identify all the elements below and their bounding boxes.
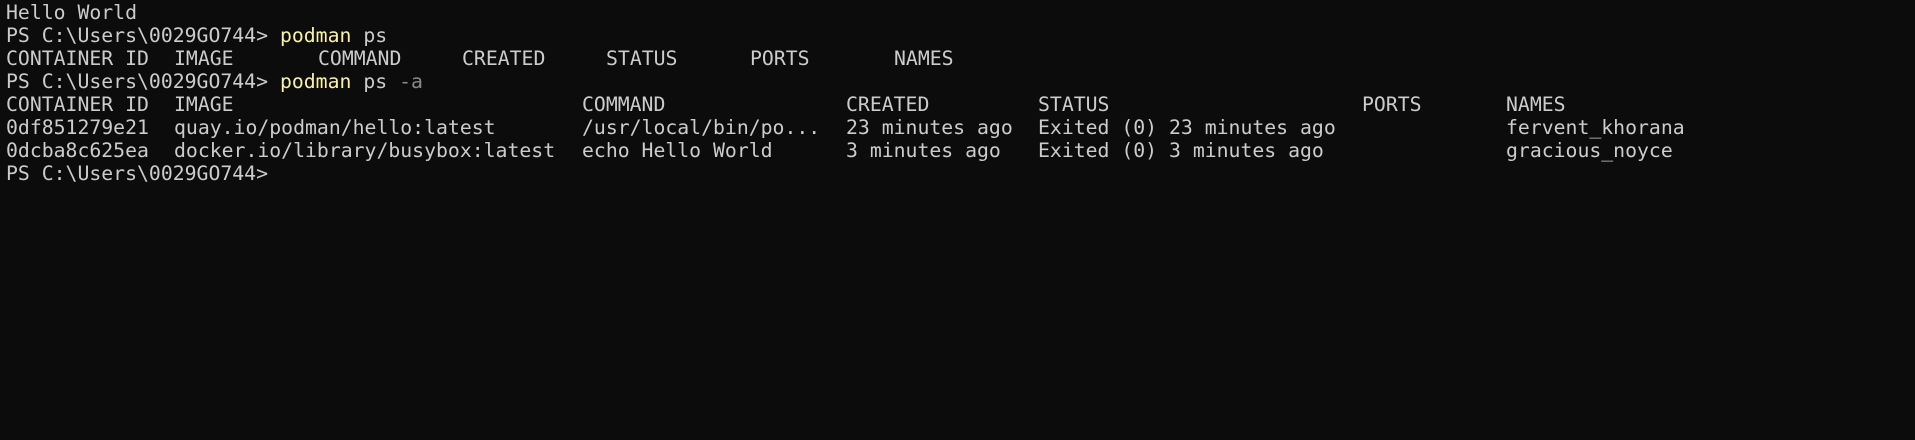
header-container-id: CONTAINER ID xyxy=(6,47,149,70)
table-row: 0df851279e21 quay.io/podman/hello:latest… xyxy=(6,116,1915,139)
container-image: quay.io/podman/hello:latest xyxy=(174,116,496,139)
header-names: NAMES xyxy=(894,47,954,70)
prompt-line: PS C:\Users\0029GO744> podman ps xyxy=(6,24,1915,47)
header-command: COMMAND xyxy=(318,47,402,70)
container-id: 0df851279e21 xyxy=(6,116,149,139)
container-status: Exited (0) 3 minutes ago xyxy=(1038,139,1324,162)
container-command: echo Hello World xyxy=(582,139,773,162)
header-created: CREATED xyxy=(462,47,546,70)
prompt-line[interactable]: PS C:\Users\0029GO744> xyxy=(6,162,1915,185)
header-command: COMMAND xyxy=(582,93,666,116)
command-args: ps xyxy=(363,70,388,93)
container-names: gracious_noyce xyxy=(1506,139,1673,162)
table-header: CONTAINER ID IMAGE COMMAND CREATED STATU… xyxy=(6,47,1915,70)
container-id: 0dcba8c625ea xyxy=(6,139,149,162)
command-args: ps xyxy=(363,24,388,47)
header-image: IMAGE xyxy=(174,93,234,116)
prompt: PS C:\Users\0029GO744> xyxy=(6,70,269,93)
header-image: IMAGE xyxy=(174,47,234,70)
prompt: PS C:\Users\0029GO744> xyxy=(6,24,269,47)
header-status: STATUS xyxy=(606,47,678,70)
header-ports: PORTS xyxy=(750,47,810,70)
terminal-window[interactable]: Hello World PS C:\Users\0029GO744> podma… xyxy=(0,0,1915,440)
prompt: PS C:\Users\0029GO744> xyxy=(6,162,269,185)
output-line: Hello World xyxy=(6,1,138,24)
table-row: 0dcba8c625ea docker.io/library/busybox:l… xyxy=(6,139,1915,162)
container-status: Exited (0) 23 minutes ago xyxy=(1038,116,1336,139)
container-created: 23 minutes ago xyxy=(846,116,1013,139)
prompt-line: PS C:\Users\0029GO744> podman ps -a xyxy=(6,70,1915,93)
container-command: /usr/local/bin/po... xyxy=(582,116,821,139)
header-ports: PORTS xyxy=(1362,93,1422,116)
container-names: fervent_khorana xyxy=(1506,116,1685,139)
command-executable: podman xyxy=(279,70,352,93)
header-created: CREATED xyxy=(846,93,930,116)
table-header: CONTAINER ID IMAGE COMMAND CREATED STATU… xyxy=(6,93,1915,116)
container-image: docker.io/library/busybox:latest xyxy=(174,139,556,162)
container-created: 3 minutes ago xyxy=(846,139,1001,162)
header-status: STATUS xyxy=(1038,93,1110,116)
command-flag: -a xyxy=(399,70,423,93)
header-names: NAMES xyxy=(1506,93,1566,116)
command-executable: podman xyxy=(279,24,352,47)
header-container-id: CONTAINER ID xyxy=(6,93,149,116)
